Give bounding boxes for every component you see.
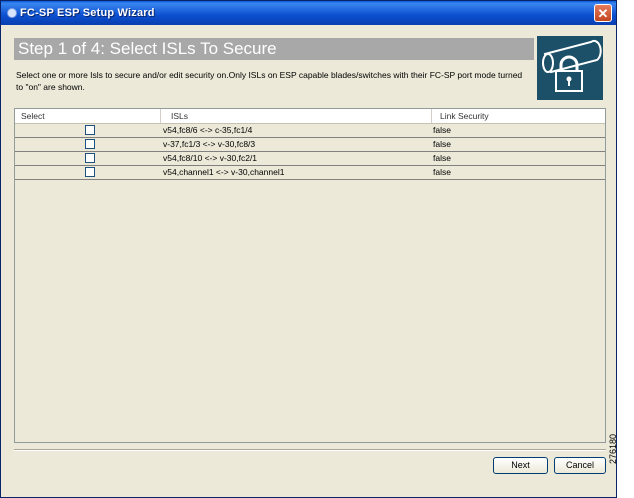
instructions-text: Select one or more Isls to secure and/or…: [16, 70, 523, 92]
link-security-cell: false: [433, 139, 451, 149]
link-security-cell: false: [433, 167, 451, 177]
table-header: Select ISLs Link Security: [15, 109, 605, 124]
table-row[interactable]: v54,channel1 <-> v-30,channel1 false: [15, 166, 605, 180]
select-checkbox[interactable]: [85, 167, 95, 177]
table-row[interactable]: v-37,fc1/3 <-> v-30,fc8/3 false: [15, 138, 605, 152]
cancel-button[interactable]: Cancel: [554, 457, 606, 474]
footer-divider: [14, 449, 606, 451]
link-security-cell: false: [433, 125, 451, 135]
column-header-link-security[interactable]: Link Security: [432, 109, 606, 123]
column-header-select[interactable]: Select: [15, 109, 161, 123]
isl-cell: v54,fc8/6 <-> c-35,fc1/4: [163, 125, 253, 135]
select-checkbox[interactable]: [85, 153, 95, 163]
column-header-isls[interactable]: ISLs: [161, 109, 432, 123]
wizard-window: FC-SP ESP Setup Wizard ✕ Step 1 of 4: Se…: [0, 0, 617, 498]
select-checkbox[interactable]: [85, 139, 95, 149]
isl-table: Select ISLs Link Security v54,fc8/6 <-> …: [14, 108, 606, 443]
next-button-label: Next: [511, 460, 530, 470]
lock-icon: [537, 36, 603, 100]
close-button[interactable]: ✕: [594, 4, 612, 22]
isl-cell: v-37,fc1/3 <-> v-30,fc8/3: [163, 139, 256, 149]
figure-id: 276180: [608, 420, 630, 480]
step-header: Step 1 of 4: Select ISLs To Secure: [14, 38, 534, 60]
isl-cell: v54,channel1 <-> v-30,channel1: [163, 167, 285, 177]
title-bar[interactable]: FC-SP ESP Setup Wizard ✕: [1, 1, 616, 25]
next-button[interactable]: Next: [493, 457, 548, 474]
cancel-button-label: Cancel: [565, 460, 594, 470]
app-icon: [7, 8, 17, 18]
figure-id-text: 276180: [608, 433, 619, 465]
step-title: Step 1 of 4: Select ISLs To Secure: [18, 39, 277, 58]
select-checkbox[interactable]: [85, 125, 95, 135]
link-security-cell: false: [433, 153, 451, 163]
isl-cell: v54,fc8/10 <-> v-30,fc2/1: [163, 153, 258, 163]
table-row[interactable]: v54,fc8/10 <-> v-30,fc2/1 false: [15, 152, 605, 166]
window-title: FC-SP ESP Setup Wizard: [20, 7, 155, 19]
table-row[interactable]: v54,fc8/6 <-> c-35,fc1/4 false: [15, 124, 605, 138]
